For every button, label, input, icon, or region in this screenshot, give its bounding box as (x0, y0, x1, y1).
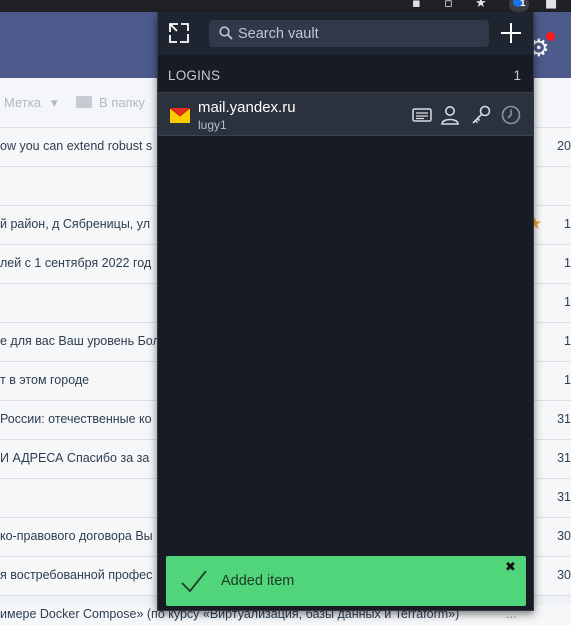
mail-subject: ко-правового договора Вы (0, 529, 153, 543)
mail-subject: й район, д Сябреницы, ул (0, 217, 151, 231)
close-icon[interactable]: ✖ (505, 560, 516, 575)
section-count: 1 (513, 68, 521, 83)
yandex-mail-envelope-icon (170, 108, 190, 123)
mail-date: 1 (564, 334, 571, 348)
mail-subject: т в этом городе (0, 373, 90, 387)
mail-date: 1 (564, 217, 571, 231)
folder-icon (76, 96, 92, 108)
mail-date: 20 (557, 139, 571, 153)
notification-dot (546, 32, 555, 41)
mail-subject: России: отечественные ко (0, 412, 152, 426)
mail-date: 31 (557, 490, 571, 504)
password-vault-popup: LOGINS 1 mail.yandex.ru lugy1 (157, 12, 534, 611)
password-manager-extension-button[interactable]: 1 (509, 0, 529, 12)
mail-subject: я востребованной профес (0, 568, 153, 582)
copy-username-icon[interactable] (439, 104, 461, 126)
logins-section-header: LOGINS 1 (158, 55, 533, 92)
extension-badge: 1 (520, 0, 526, 9)
vault-header (158, 12, 533, 55)
share-icon[interactable]: ▫ (444, 0, 453, 11)
browser-toolbar: ▪ ▫ ★ 1 ■ (0, 0, 571, 12)
checkmark-icon (181, 570, 207, 593)
mail-subject: И АДРЕСА Спасибо за за (0, 451, 150, 465)
move-to-folder-button[interactable]: В папку (99, 95, 145, 110)
chevron-down-icon: ▾ (51, 95, 58, 110)
view-notes-icon[interactable] (411, 104, 433, 126)
login-username: lugy1 (198, 118, 227, 132)
label-button[interactable]: Метка (4, 95, 41, 110)
login-item[interactable]: mail.yandex.ru lugy1 (158, 92, 533, 136)
search-box (209, 20, 489, 47)
popout-icon[interactable] (168, 22, 190, 44)
mail-date: 1 (564, 256, 571, 270)
mail-date: 31 (557, 451, 571, 465)
login-title: mail.yandex.ru (198, 99, 296, 116)
search-input[interactable] (238, 20, 483, 47)
mail-date: 31 (557, 412, 571, 426)
toast-message: Added item (221, 573, 295, 589)
mail-date: 30 (557, 568, 571, 582)
success-toast: Added item ✖ (166, 556, 526, 606)
launch-history-icon[interactable] (500, 104, 522, 126)
mail-date: 1 (564, 295, 571, 309)
extension-icon[interactable]: ▪ (412, 0, 421, 11)
mail-date: 30 (557, 529, 571, 543)
mail-date: 1 (564, 373, 571, 387)
profile-icon[interactable]: ■ (545, 0, 557, 11)
search-icon (219, 26, 233, 40)
mail-subject: ow you can extend robust s (0, 139, 153, 153)
section-title: LOGINS (168, 68, 221, 83)
copy-password-icon[interactable] (470, 104, 492, 126)
bookmark-star-icon[interactable]: ★ (475, 0, 487, 11)
add-item-icon[interactable] (499, 21, 523, 45)
mail-subject: е для вас Ваш уровень Бол (0, 334, 160, 348)
mail-subject: лей с 1 сентября 2022 год (0, 256, 152, 270)
